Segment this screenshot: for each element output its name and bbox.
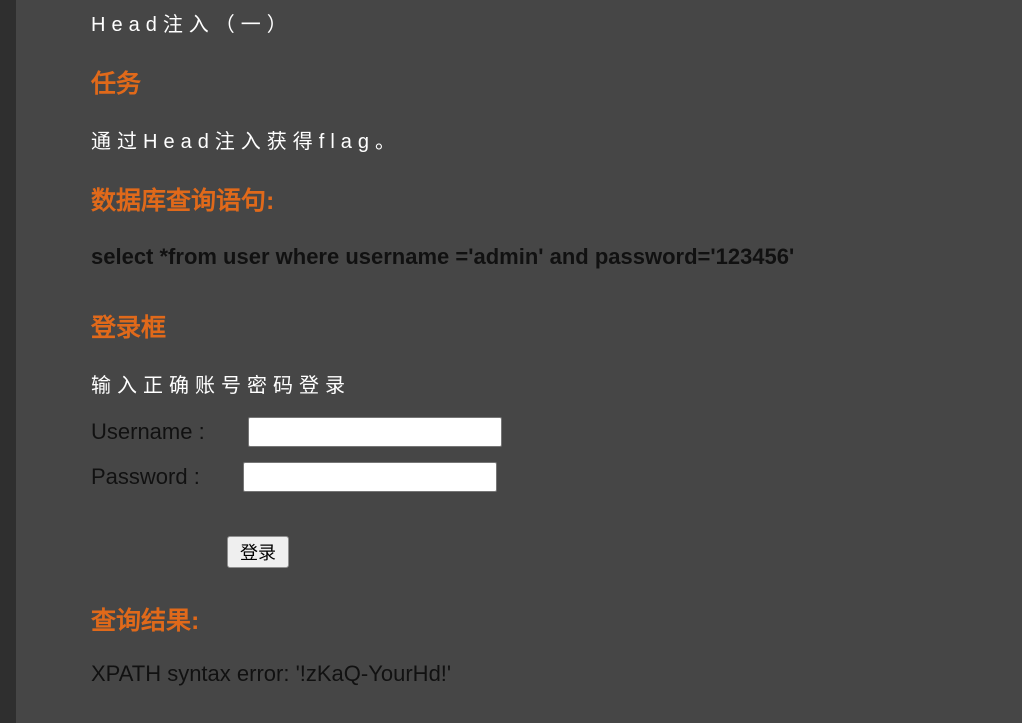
login-heading: 登录框	[91, 314, 167, 342]
task-description: 通过Head注入获得flag。	[91, 131, 402, 153]
query-heading: 数据库查询语句:	[91, 187, 275, 215]
cutoff-heading	[91, 708, 98, 723]
result-heading: 查询结果:	[91, 607, 200, 635]
login-button[interactable]: 登录	[227, 536, 289, 568]
password-input[interactable]	[243, 462, 497, 492]
username-input[interactable]	[248, 417, 502, 447]
page-title: Head注入（一）	[91, 14, 293, 36]
login-hint: 输入正确账号密码登录	[91, 375, 351, 397]
main-content: Head注入（一） 任务 通过Head注入获得flag。 数据库查询语句: se…	[91, 0, 991, 723]
task-heading: 任务	[91, 70, 142, 98]
password-label: Password :	[91, 464, 200, 489]
left-edge-strip	[0, 0, 16, 723]
result-message: XPATH syntax error: '!zKaQ-YourHd!'	[91, 661, 452, 686]
sql-statement: select *from user where username ='admin…	[91, 244, 795, 269]
username-label: Username :	[91, 419, 205, 444]
